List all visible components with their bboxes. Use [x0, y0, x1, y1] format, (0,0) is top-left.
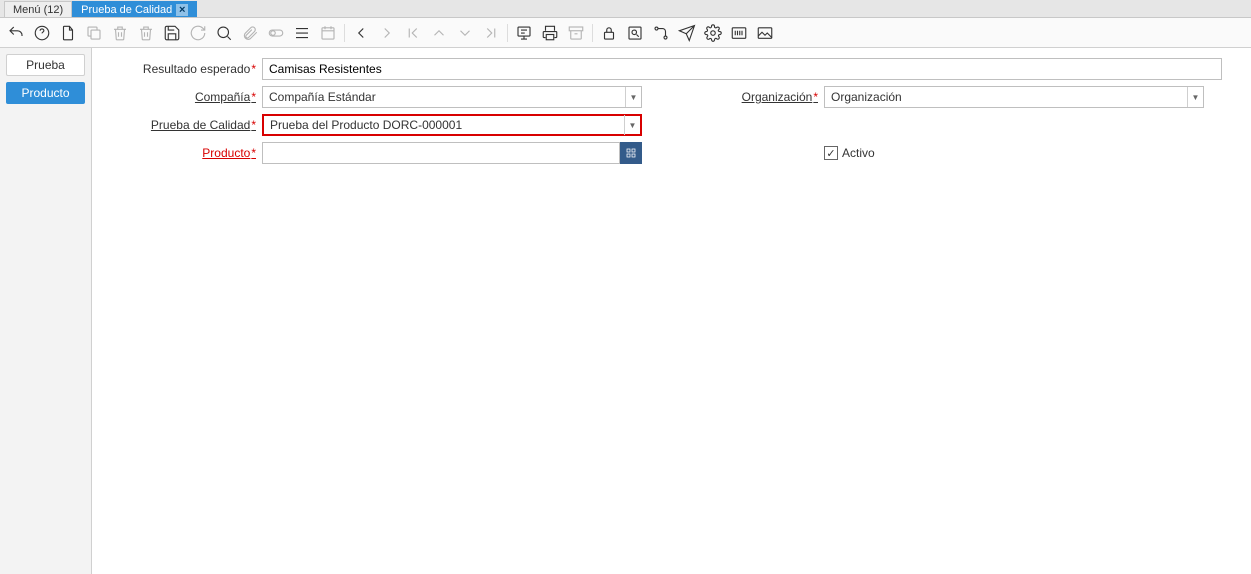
tab-menu[interactable]: Menú (12) — [4, 1, 72, 17]
label-compania[interactable]: Compañía* — [102, 90, 262, 104]
undo-icon[interactable] — [6, 23, 26, 43]
first-icon — [403, 23, 423, 43]
refresh-icon — [188, 23, 208, 43]
new-icon[interactable] — [58, 23, 78, 43]
next-icon — [377, 23, 397, 43]
tab-prueba-calidad[interactable]: Prueba de Calidad × — [72, 1, 197, 17]
chevron-down-icon[interactable]: ▼ — [1187, 87, 1203, 107]
input-resultado[interactable] — [262, 58, 1222, 80]
combo-compania[interactable]: Compañía Estándar ▼ — [262, 86, 642, 108]
sidebar-item-prueba[interactable]: Prueba — [6, 54, 85, 76]
print-icon[interactable] — [540, 23, 560, 43]
zoom-icon[interactable] — [625, 23, 645, 43]
label-organizacion[interactable]: Organización* — [654, 90, 824, 104]
tab-menu-label: Menú (12) — [13, 2, 63, 18]
combo-prueba-value: Prueba del Producto DORC-000001 — [270, 118, 462, 132]
down-icon — [455, 23, 475, 43]
combo-organizacion[interactable]: Organización ▼ — [824, 86, 1204, 108]
toolbar — [0, 18, 1251, 48]
up-icon — [429, 23, 449, 43]
search-icon[interactable] — [214, 23, 234, 43]
label-activo: Activo — [842, 146, 875, 160]
workflow-icon[interactable] — [651, 23, 671, 43]
combo-organizacion-value: Organización — [831, 90, 902, 104]
archive-icon — [566, 23, 586, 43]
lock-icon[interactable] — [599, 23, 619, 43]
sidebar: Prueba Producto — [0, 48, 92, 574]
attach-icon — [240, 23, 260, 43]
barcode-icon[interactable] — [729, 23, 749, 43]
help-icon[interactable] — [32, 23, 52, 43]
tab-bar: Menú (12) Prueba de Calidad × — [0, 0, 1251, 18]
last-icon — [481, 23, 501, 43]
chevron-down-icon[interactable]: ▼ — [625, 87, 641, 107]
image-icon[interactable] — [755, 23, 775, 43]
combo-compania-value: Compañía Estándar — [269, 90, 376, 104]
report-icon[interactable] — [514, 23, 534, 43]
combo-prueba-calidad[interactable]: Prueba del Producto DORC-000001 ▼ — [262, 114, 642, 136]
save-icon[interactable] — [162, 23, 182, 43]
delete2-icon — [136, 23, 156, 43]
label-resultado: Resultado esperado* — [102, 62, 262, 76]
list-icon[interactable] — [292, 23, 312, 43]
separator — [344, 24, 345, 42]
prev-icon[interactable] — [351, 23, 371, 43]
sidebar-item-label: Producto — [21, 86, 69, 100]
product-lookup-icon[interactable] — [620, 142, 642, 164]
settings-icon[interactable] — [703, 23, 723, 43]
separator — [592, 24, 593, 42]
form-area: Resultado esperado* Compañía* Compañía E… — [92, 48, 1251, 574]
label-producto[interactable]: Producto* — [102, 146, 262, 160]
toggle-icon — [266, 23, 286, 43]
sidebar-item-producto[interactable]: Producto — [6, 82, 85, 104]
sidebar-item-label: Prueba — [26, 58, 65, 72]
chevron-down-icon[interactable]: ▼ — [624, 115, 640, 135]
checkbox-activo[interactable]: ✓ Activo — [824, 146, 875, 160]
tab-active-label: Prueba de Calidad — [81, 2, 172, 18]
check-icon: ✓ — [824, 146, 838, 160]
copy-icon — [84, 23, 104, 43]
send-icon[interactable] — [677, 23, 697, 43]
label-prueba-calidad[interactable]: Prueba de Calidad* — [102, 118, 262, 132]
delete-icon — [110, 23, 130, 43]
input-producto[interactable] — [262, 142, 620, 164]
calendar-icon — [318, 23, 338, 43]
separator — [507, 24, 508, 42]
close-icon[interactable]: × — [176, 4, 188, 16]
